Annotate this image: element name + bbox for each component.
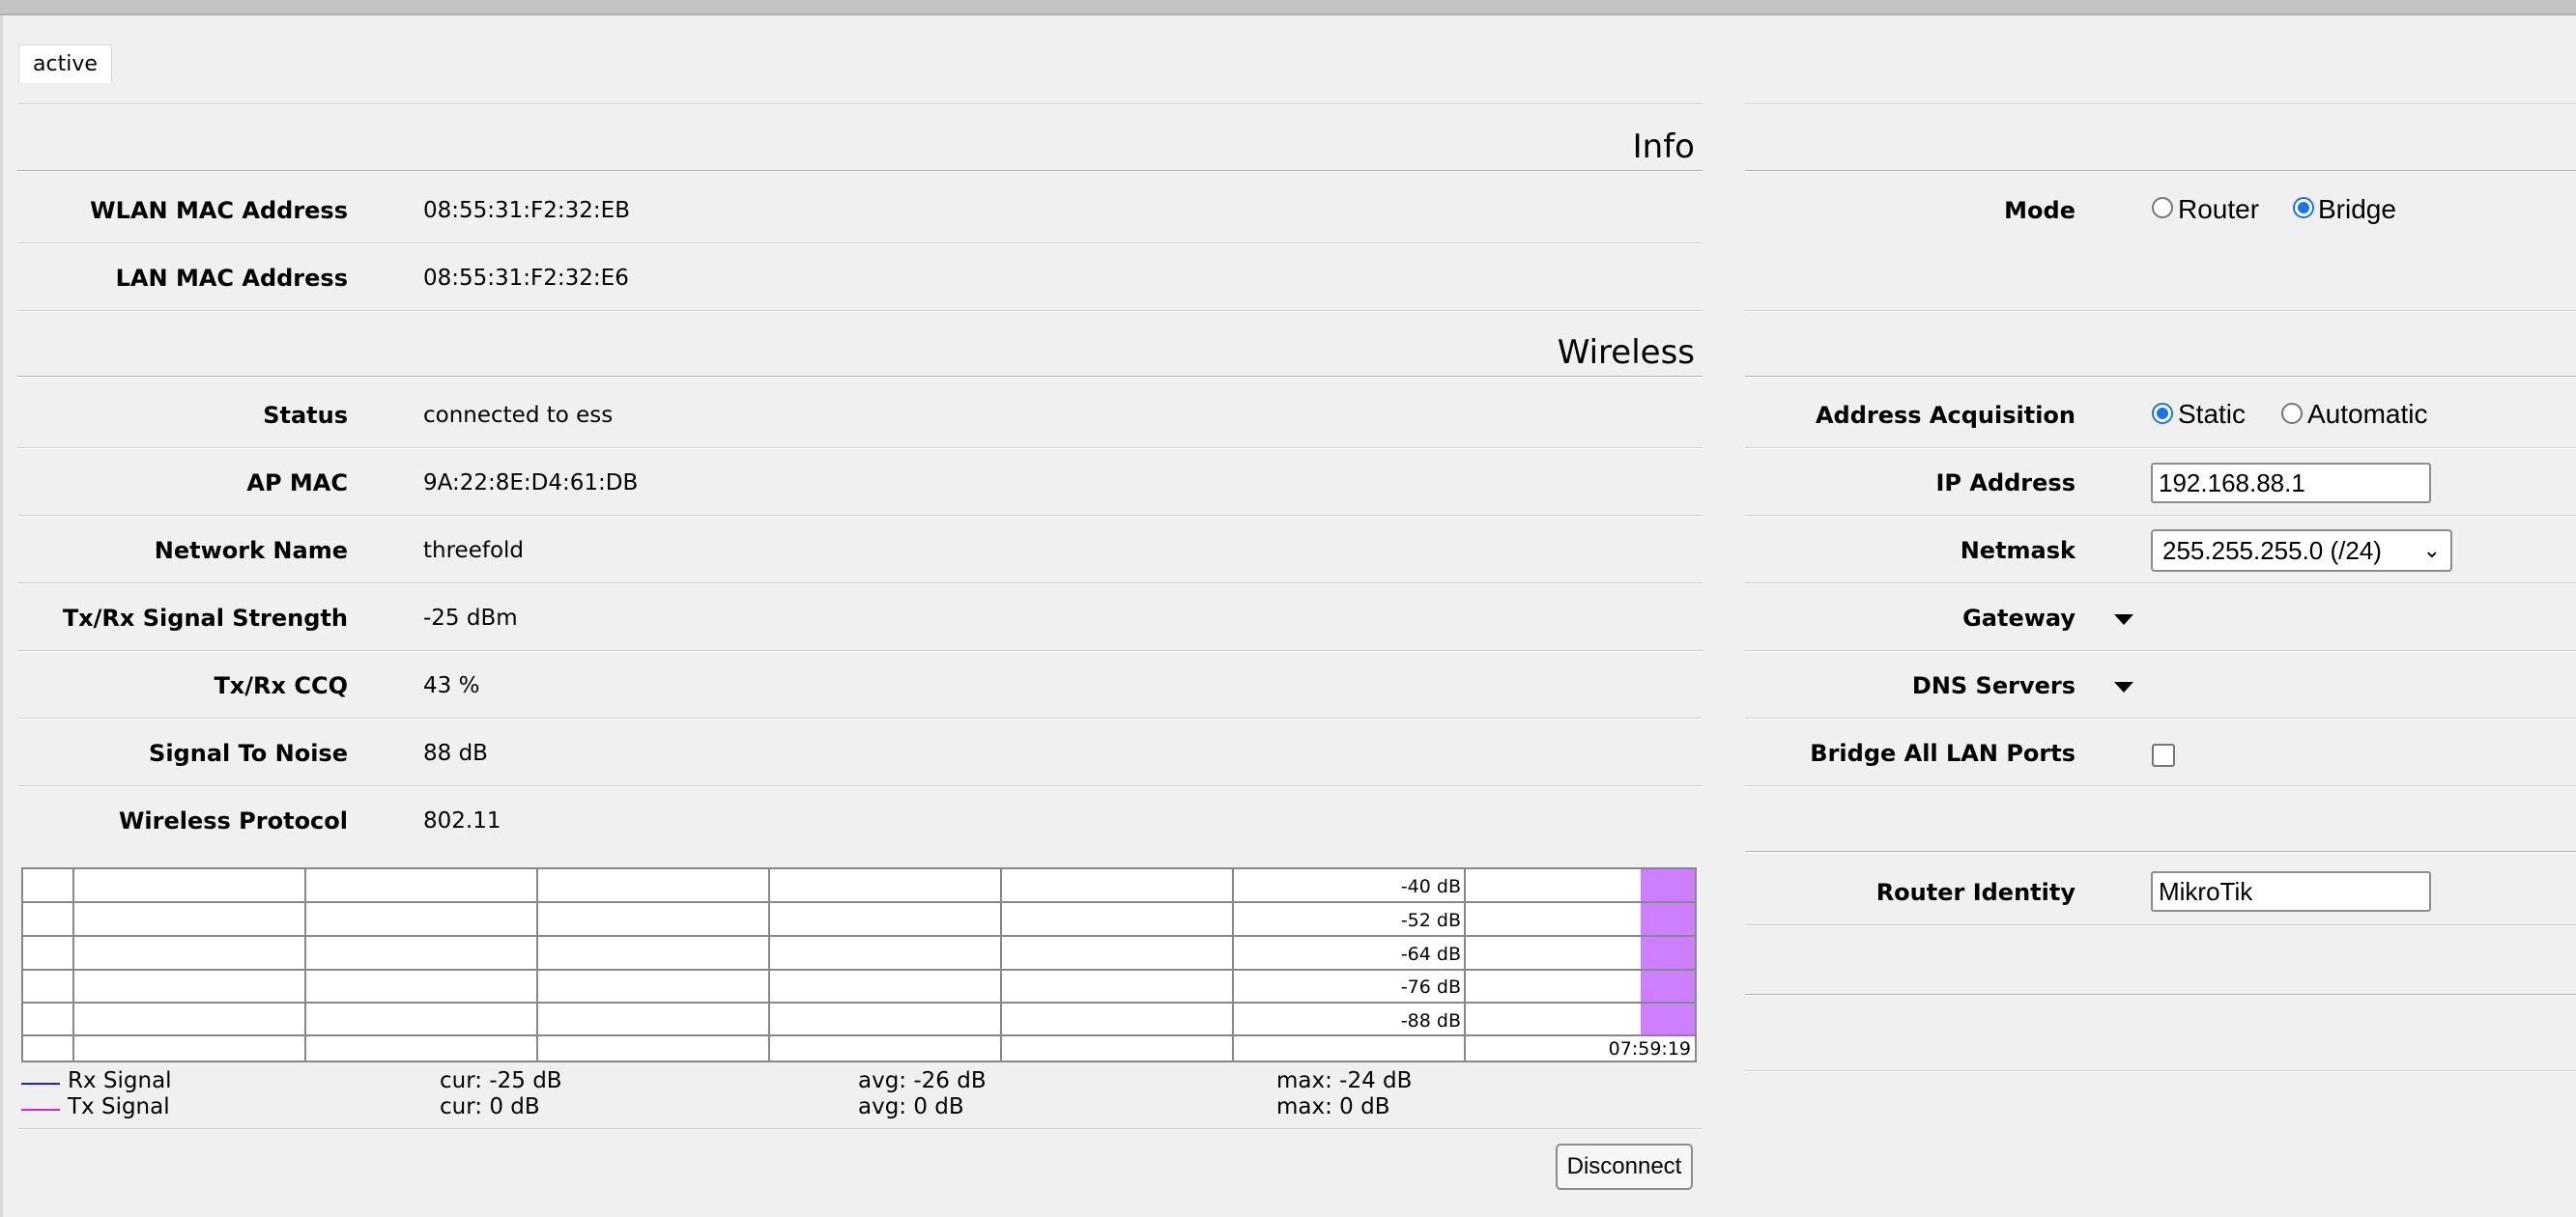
- row-divider: [1745, 515, 2576, 517]
- tab-active[interactable]: active: [18, 44, 112, 83]
- db-label: -52 dB: [1401, 910, 1461, 931]
- snr-label: Signal To Noise: [149, 740, 348, 767]
- netmask-value: 255.255.255.0 (/24): [2162, 536, 2382, 565]
- row-divider: [17, 582, 1703, 584]
- section-divider: [1745, 994, 2576, 996]
- row-divider: [1745, 582, 2576, 584]
- mode-bridge-label[interactable]: Bridge: [2318, 194, 2396, 225]
- tx-legend-label: Tx Signal: [68, 1094, 170, 1119]
- row-divider: [17, 310, 1703, 312]
- rx-max: max: -24 dB: [1276, 1068, 1413, 1093]
- graph-gridlines: [23, 869, 1695, 1061]
- netmask-select[interactable]: 255.255.255.0 (/24) ⌄: [2151, 529, 2452, 572]
- db-label: -64 dB: [1401, 944, 1461, 965]
- mode-router-label[interactable]: Router: [2178, 194, 2259, 225]
- gateway-expand-icon[interactable]: [2114, 614, 2133, 625]
- mode-label: Mode: [2004, 197, 2075, 224]
- address-acquisition-label: Address Acquisition: [1815, 402, 2075, 429]
- rx-legend-line: [21, 1083, 60, 1085]
- ccq-label: Tx/Rx CCQ: [214, 672, 348, 699]
- chevron-down-icon: ⌄: [2422, 538, 2441, 562]
- row-divider: [17, 785, 1703, 787]
- rx-legend-label: Rx Signal: [68, 1068, 172, 1093]
- bridge-all-lan-ports-checkbox[interactable]: [2152, 744, 2175, 767]
- acq-automatic-radio[interactable]: [2281, 403, 2303, 424]
- ap-mac-label: AP MAC: [246, 469, 348, 496]
- tx-max: max: 0 dB: [1276, 1094, 1390, 1119]
- signal-strength-label: Tx/Rx Signal Strength: [62, 605, 348, 632]
- wlan-mac-value: 08:55:31:F2:32:EB: [423, 198, 630, 223]
- top-bar: [0, 0, 2576, 15]
- row-divider: [1745, 785, 2576, 787]
- dns-servers-expand-icon[interactable]: [2114, 682, 2133, 693]
- network-name-label: Network Name: [154, 537, 348, 564]
- row-divider: [17, 718, 1703, 720]
- status-label: Status: [263, 402, 348, 429]
- router-identity-label: Router Identity: [1875, 879, 2075, 906]
- row-divider: [1745, 310, 2576, 312]
- row-divider: [1745, 1070, 2576, 1072]
- acq-automatic-label[interactable]: Automatic: [2307, 399, 2428, 430]
- router-identity-input[interactable]: MikroTik: [2151, 871, 2431, 912]
- signal-graph-canvas: -40 dB -52 dB -64 dB -76 dB -88 dB 07:59…: [23, 869, 1695, 1061]
- ip-address-label: IP Address: [1935, 469, 2076, 496]
- row-divider: [17, 650, 1703, 652]
- time-label: 07:59:19: [1609, 1038, 1691, 1060]
- acq-static-radio[interactable]: [2152, 403, 2173, 424]
- row-divider: [17, 515, 1703, 517]
- dns-servers-label: DNS Servers: [1911, 672, 2075, 699]
- network-name-value: threefold: [423, 538, 525, 563]
- signal-strength-value: -25 dBm: [423, 606, 518, 631]
- snr-value: 88 dB: [423, 741, 488, 766]
- section-title-info: Info: [1632, 127, 1695, 166]
- section-title-wireless: Wireless: [1557, 333, 1695, 372]
- db-label: -88 dB: [1401, 1010, 1461, 1032]
- section-divider: [17, 376, 1703, 378]
- status-value: connected to ess: [423, 403, 614, 428]
- signal-graph: -40 dB -52 dB -64 dB -76 dB -88 dB 07:59…: [21, 867, 1697, 1062]
- section-divider: [1745, 851, 2576, 853]
- row-divider: [17, 1128, 1703, 1130]
- divider: [1745, 103, 2576, 105]
- acq-static-label[interactable]: Static: [2178, 399, 2246, 430]
- mode-router-radio[interactable]: [2152, 197, 2173, 218]
- gateway-label: Gateway: [1962, 605, 2075, 632]
- rx-cur: cur: -25 dB: [440, 1068, 562, 1093]
- section-divider: [1745, 170, 2576, 172]
- row-divider: [1745, 924, 2576, 926]
- tx-legend-line: [21, 1109, 60, 1111]
- row-divider: [17, 447, 1703, 449]
- lan-mac-label: LAN MAC Address: [115, 265, 348, 292]
- wlan-mac-label: WLAN MAC Address: [90, 197, 348, 224]
- bridge-all-lan-ports-label: Bridge All LAN Ports: [1810, 740, 2075, 767]
- tx-cur: cur: 0 dB: [440, 1094, 540, 1119]
- row-divider: [17, 242, 1703, 244]
- wireless-protocol-value: 802.11: [423, 808, 501, 834]
- section-divider: [1745, 376, 2576, 378]
- mode-bridge-radio[interactable]: [2293, 197, 2314, 218]
- lan-mac-value: 08:55:31:F2:32:E6: [423, 266, 629, 291]
- netmask-label: Netmask: [1960, 537, 2075, 564]
- disconnect-button[interactable]: Disconnect: [1556, 1144, 1693, 1190]
- row-divider: [1745, 650, 2576, 652]
- row-divider: [1745, 447, 2576, 449]
- divider: [17, 103, 1703, 105]
- ap-mac-value: 9A:22:8E:D4:61:DB: [423, 470, 639, 495]
- db-label: -76 dB: [1401, 976, 1461, 998]
- db-label: -40 dB: [1401, 876, 1461, 897]
- section-divider: [17, 170, 1703, 172]
- ip-address-input[interactable]: 192.168.88.1: [2151, 463, 2431, 503]
- tx-avg: avg: 0 dB: [858, 1094, 964, 1119]
- wireless-protocol-label: Wireless Protocol: [118, 807, 348, 835]
- rx-avg: avg: -26 dB: [858, 1068, 987, 1093]
- row-divider: [1745, 718, 2576, 720]
- ccq-value: 43 %: [423, 673, 480, 698]
